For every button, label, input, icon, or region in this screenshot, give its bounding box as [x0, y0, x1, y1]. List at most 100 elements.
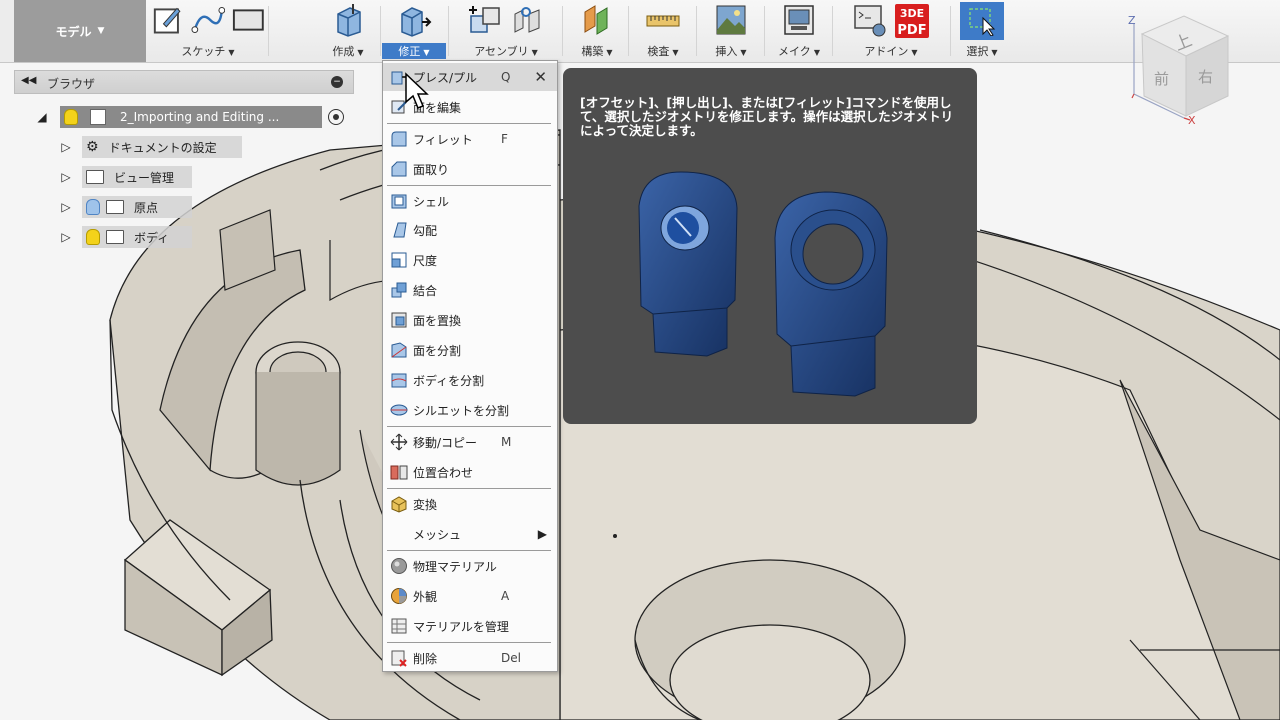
measure-icon[interactable] [645, 2, 681, 38]
group-label-sketch: スケッチ [181, 45, 226, 58]
tree-item-origin[interactable]: ▷ 原点 [58, 196, 192, 218]
menu-item-scale[interactable]: 尺度 [383, 246, 557, 274]
group-construct[interactable]: 構築 ▼ [568, 0, 626, 62]
group-label-construct: 構築 [581, 45, 604, 58]
pdf-addin-icon[interactable]: 3DE PDF [893, 2, 931, 38]
menu-item-delete[interactable]: 削除 Del [383, 644, 557, 672]
browser-header[interactable]: ◀◀ ブラウザ − [14, 70, 354, 94]
menu-item-split-face[interactable]: 面を分割 [383, 336, 557, 364]
shell-icon [389, 191, 409, 211]
group-modify[interactable]: 修正 ▼ [382, 0, 446, 62]
tree-item-bodies[interactable]: ▷ ボディ [58, 226, 192, 248]
menu-item-label: 尺度 [413, 253, 438, 268]
menu-item-silhouette-split[interactable]: シルエットを分割 [383, 396, 557, 424]
menu-item-label: 勾配 [413, 223, 438, 238]
menu-item-fillet[interactable]: フィレット F [383, 125, 557, 153]
menu-item-align[interactable]: 位置合わせ [383, 458, 557, 486]
workspace-switcher[interactable]: モデル ▼ [14, 0, 146, 62]
group-assemble[interactable]: アセンブリ ▼ [452, 0, 560, 62]
pdf-addin-prefix: 3DE [899, 7, 925, 20]
extrude-icon[interactable] [330, 2, 366, 38]
collapsed-triangle-icon[interactable]: ▷ [58, 136, 74, 158]
combine-icon [389, 280, 409, 300]
viewcube-front-face[interactable]: 前 [1154, 68, 1169, 89]
insert-image-icon[interactable] [713, 2, 749, 38]
gear-icon: ⚙ [86, 139, 99, 155]
group-create[interactable]: 作成 ▼ [318, 0, 378, 62]
root-document-label: 2_Importing and Editing ... [120, 110, 280, 124]
menu-item-label: シェル [413, 194, 450, 209]
group-inspect[interactable]: 検査 ▼ [632, 0, 694, 62]
3d-print-icon[interactable] [781, 2, 817, 38]
view-cube[interactable]: 上 前 右 Z X [1124, 12, 1234, 132]
close-icon[interactable]: ✕ [534, 68, 547, 86]
tree-item-label: ビュー管理 [114, 170, 175, 185]
menu-item-chamfer[interactable]: 面取り [383, 155, 557, 183]
collapsed-triangle-icon[interactable]: ▷ [58, 226, 74, 248]
shortcut-label: M [501, 435, 512, 449]
menu-item-mesh[interactable]: メッシュ ▶ [383, 520, 557, 548]
menu-item-label: 面取り [413, 162, 450, 177]
shortcut-label: A [501, 589, 510, 603]
expanded-triangle-icon[interactable]: ◢ [34, 106, 50, 128]
visibility-bulb-icon[interactable] [86, 199, 100, 215]
group-select[interactable]: 選択 ▼ [954, 0, 1010, 62]
group-make[interactable]: メイク ▼ [768, 0, 830, 62]
menu-item-combine[interactable]: 結合 [383, 276, 557, 304]
new-component-icon[interactable] [467, 2, 503, 38]
menu-item-label: ボディを分割 [413, 373, 485, 388]
delete-icon [389, 648, 409, 668]
menu-item-replace-face[interactable]: 面を置換 [383, 306, 557, 334]
activate-radio-icon[interactable] [328, 109, 344, 125]
menu-item-label: 位置合わせ [413, 465, 474, 480]
tree-item-named-views[interactable]: ▷ ビュー管理 [58, 166, 192, 188]
joint-icon[interactable] [509, 2, 545, 38]
menu-item-draft[interactable]: 勾配 [383, 216, 557, 244]
tree-item-document-settings[interactable]: ▷ ⚙ ドキュメントの設定 [58, 136, 242, 158]
tree-root[interactable]: ◢ 2_Importing and Editing ... [34, 106, 344, 128]
scripts-addins-icon[interactable] [851, 2, 887, 38]
spline-icon[interactable] [191, 2, 226, 38]
command-tooltip: [オフセット]、[押し出し]、または[フィレット]コマンドを使用して、選択したジ… [563, 68, 977, 424]
menu-item-physical-material[interactable]: 物理マテリアル [383, 552, 557, 580]
menu-item-convert[interactable]: 変換 [383, 490, 557, 518]
rectangle-icon[interactable] [231, 2, 266, 38]
visibility-bulb-icon[interactable] [64, 109, 78, 125]
group-insert[interactable]: 挿入 ▼ [700, 0, 762, 62]
group-sketch[interactable]: スケッチ ▼ [150, 0, 266, 62]
folder-icon [86, 170, 104, 184]
tooltip-illustration [638, 171, 888, 397]
group-addins[interactable]: 3DE PDF アドイン ▼ [836, 0, 946, 62]
shortcut-label: Q [501, 70, 511, 84]
press-pull-ribbon-icon[interactable] [396, 2, 432, 38]
menu-item-appearance[interactable]: 外観 A [383, 582, 557, 610]
split-body-icon [389, 370, 409, 390]
viewcube-right-face[interactable]: 右 [1198, 66, 1213, 87]
collapse-panel-icon[interactable]: ◀◀ [21, 75, 36, 86]
menu-item-label: 結合 [413, 283, 438, 298]
tree-item-label: 原点 [134, 200, 159, 215]
visibility-bulb-icon[interactable] [86, 229, 100, 245]
menu-item-split-body[interactable]: ボディを分割 [383, 366, 557, 394]
menu-item-label: 変換 [413, 497, 438, 512]
menu-item-manage-materials[interactable]: マテリアルを管理 [383, 612, 557, 640]
mouse-cursor-icon [405, 72, 429, 109]
menu-item-shell[interactable]: シェル [383, 187, 557, 215]
chevron-down-icon: ▼ [97, 26, 105, 36]
browser-title: ブラウザ [47, 77, 96, 91]
menu-item-move-copy[interactable]: 移動/コピー M [383, 428, 557, 456]
select-icon[interactable] [960, 2, 1004, 40]
create-sketch-icon[interactable] [150, 2, 185, 38]
document-icon [90, 109, 106, 125]
collapsed-triangle-icon[interactable]: ▷ [58, 166, 74, 188]
menu-item-label: 面を置換 [413, 313, 462, 328]
group-label-create: 作成 [332, 45, 355, 58]
minimize-icon[interactable]: − [331, 76, 343, 88]
fillet-icon [389, 129, 409, 149]
collapsed-triangle-icon[interactable]: ▷ [58, 196, 74, 218]
axis-x-label: X [1188, 114, 1196, 127]
menu-item-label: フィレット [413, 132, 473, 147]
offset-plane-icon[interactable] [579, 2, 615, 38]
menu-item-label: 移動/コピー [413, 435, 478, 450]
menu-item-label: メッシュ [413, 527, 462, 542]
